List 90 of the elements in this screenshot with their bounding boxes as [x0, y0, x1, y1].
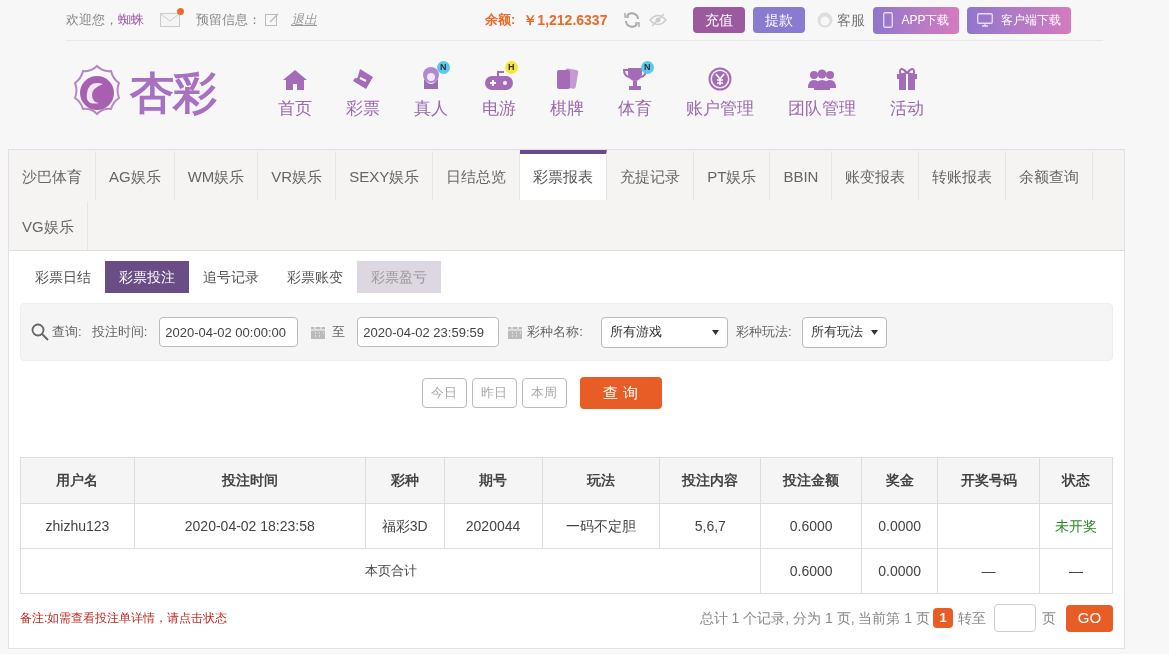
report-tab[interactable]: AG娱乐 [96, 150, 175, 200]
report-tab[interactable]: 充提记录 [607, 150, 695, 200]
search-icon [31, 323, 49, 341]
bet-time-label: 投注时间: [91, 323, 148, 342]
total-label: 本页合计 [20, 548, 761, 594]
nav-link[interactable]: 活动 [877, 64, 936, 122]
report-tab[interactable]: 彩票报表 [520, 150, 608, 200]
to-label: 至 [332, 323, 346, 342]
refresh-icon [623, 11, 642, 29]
column-header: 玩法 [542, 457, 660, 504]
logout-link[interactable]: 退出 [291, 10, 317, 30]
client-download-button[interactable]: 客户端下载 [967, 6, 1072, 34]
table-cell: 0.6000 [760, 548, 862, 594]
column-header: 投注时间 [134, 457, 366, 504]
status-link[interactable]: 未开奖 [1039, 503, 1113, 549]
nav-link[interactable]: 团队管理 [775, 64, 868, 122]
report-tab[interactable]: BBIN [770, 150, 833, 200]
nav-link[interactable]: 棋牌 [537, 64, 596, 122]
sub-tab[interactable]: 彩票账变 [273, 261, 357, 293]
nav-link[interactable]: 彩票 [333, 64, 392, 122]
mail-icon[interactable] [160, 13, 180, 27]
query-button[interactable]: 查 询 [579, 377, 662, 409]
column-header: 投注金额 [760, 457, 862, 504]
reserved-info-label: 预留信息： [196, 11, 261, 30]
game-select[interactable]: 所有游戏 [600, 316, 728, 348]
column-header: 用户名 [20, 457, 135, 504]
column-header: 状态 [1039, 457, 1113, 504]
nav-link[interactable]: 首页 [265, 64, 324, 122]
table-cell: zhizhu123 [20, 503, 135, 549]
logo-text: 杏彩 [130, 67, 216, 119]
report-tab[interactable]: 沙巴体育 [9, 150, 96, 200]
edit-icon [265, 13, 279, 27]
monitor-icon [977, 13, 994, 27]
balance-value: ￥1,212.6337 [523, 10, 608, 30]
report-tab[interactable]: VG娱乐 [9, 200, 88, 250]
column-header: 期号 [444, 457, 542, 504]
nav-badge: N [640, 60, 654, 74]
sub-tab[interactable]: 彩票投注 [105, 261, 189, 293]
play-type-select[interactable]: 所有玩法 [801, 316, 887, 348]
withdraw-button[interactable]: 提款 [753, 7, 806, 33]
customer-service-button[interactable]: 客服 [817, 7, 866, 33]
page-number-button[interactable]: 1 [933, 608, 953, 628]
report-tab[interactable]: PT娱乐 [694, 150, 771, 200]
end-date-field[interactable]: 2020-04-02 23:59:59 [357, 317, 500, 347]
query-label: 查询: [52, 323, 82, 342]
dropdown-caret-icon [870, 329, 878, 335]
dropdown-caret-icon [711, 329, 719, 335]
report-tab[interactable]: SEXY娱乐 [336, 150, 434, 200]
report-tab[interactable]: 转账报表 [919, 150, 1007, 200]
balance-label: 余额: [485, 11, 516, 30]
nav-badge: H [504, 60, 518, 74]
phone-icon [883, 12, 894, 28]
welcome-label: 欢迎您， [66, 11, 118, 30]
report-tab[interactable]: 账变报表 [832, 150, 920, 200]
report-tab[interactable]: WM娱乐 [174, 150, 259, 200]
table-cell: 福彩3D [365, 503, 445, 549]
table-cell: 0.0000 [861, 548, 938, 594]
table-cell: — [937, 548, 1040, 594]
sub-tab[interactable]: 追号记录 [189, 261, 273, 293]
sub-tab[interactable]: 彩票日结 [21, 261, 105, 293]
app-download-button[interactable]: APP下载 [873, 6, 960, 34]
calendar-icon [310, 324, 327, 340]
table-cell: 0.6000 [760, 503, 862, 549]
column-header: 开奖号码 [937, 457, 1040, 504]
hide-eye-icon [649, 13, 668, 27]
table-cell: 5,6,7 [659, 503, 761, 549]
column-header: 奖金 [861, 457, 938, 504]
table-cell: 一码不定胆 [542, 503, 660, 549]
calendar-icon [507, 324, 524, 340]
nav-badge: N [436, 60, 450, 74]
play-type-label: 彩种玩法: [735, 323, 792, 342]
column-header: 投注内容 [659, 457, 761, 504]
go-button[interactable]: GO [1066, 604, 1113, 632]
table-cell: 2020-04-02 18:23:58 [134, 503, 366, 549]
table-cell: 0.0000 [861, 503, 938, 549]
game-name-label: 彩种名称: [527, 323, 583, 342]
column-header: 彩种 [365, 457, 445, 504]
deposit-button[interactable]: 充值 [693, 7, 746, 33]
nav-link[interactable]: 账户管理 [673, 64, 766, 122]
pagination-summary: 总计 1 个记录, 分为 1 页, 当前第 1 页 [699, 608, 930, 628]
start-date-field[interactable]: 2020-04-02 00:00:00 [159, 317, 299, 347]
note-text: 备注:如需查看投注单详情，请点击状态 [20, 610, 228, 627]
table-cell: 2020044 [444, 503, 542, 549]
report-tab[interactable]: VR娱乐 [258, 150, 337, 200]
table-cell: — [1039, 548, 1113, 594]
report-tab[interactable]: 余额查询 [1006, 150, 1094, 200]
page-input-field[interactable] [994, 604, 1036, 632]
username-link[interactable]: 蜘蛛 [118, 10, 144, 30]
goto-label: 转至 [958, 608, 986, 628]
page-label: 页 [1042, 608, 1056, 628]
